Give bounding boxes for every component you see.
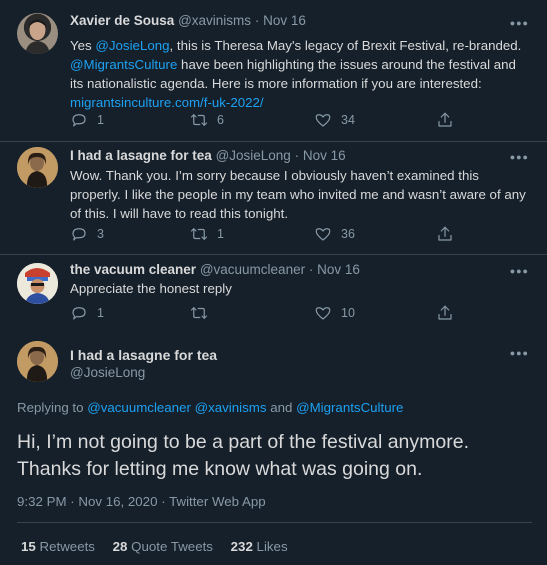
mention-link[interactable]: @xavinisms — [195, 400, 267, 415]
tweet-text-line: Thanks for letting me know what was goin… — [17, 458, 423, 480]
avatar[interactable] — [17, 341, 58, 382]
separator-dot: · — [161, 494, 166, 509]
more-icon[interactable]: ●●● — [510, 349, 529, 358]
tweet-text-line: Hi, I’m not going to be a part of the fe… — [17, 431, 469, 453]
quote-tweets-stat[interactable]: 28 Quote Tweets — [113, 539, 213, 554]
tweet-client[interactable]: Twitter Web App — [169, 494, 266, 509]
quote-tweets-label: Quote Tweets — [131, 539, 213, 554]
retweets-label: Retweets — [39, 539, 95, 554]
likes-label: Likes — [256, 539, 288, 554]
quote-tweets-count: 28 — [112, 539, 128, 554]
main-tweet: I had a lasagne for tea @JosieLong ●●● R… — [0, 0, 547, 565]
username[interactable]: @JosieLong — [70, 365, 145, 380]
tweet-text: Hi, I’m not going to be a part of the fe… — [17, 429, 532, 483]
tweet-meta: 9:32 PM · Nov 16, 2020 · Twitter Web App — [17, 494, 266, 509]
divider — [17, 522, 532, 523]
tweet-date[interactable]: Nov 16, 2020 — [78, 494, 157, 509]
tweet-time[interactable]: 9:32 PM — [17, 494, 67, 509]
display-name[interactable]: I had a lasagne for tea — [70, 347, 217, 363]
likes-stat[interactable]: 232 Likes — [231, 539, 288, 554]
mention-link[interactable]: @vacuumcleaner — [87, 400, 191, 415]
replying-to: Replying to @vacuumcleaner @xavinisms an… — [17, 400, 403, 415]
replying-label: Replying to — [17, 400, 84, 415]
separator-dot: · — [70, 494, 75, 509]
retweets-stat[interactable]: 15 Retweets — [21, 539, 95, 554]
retweets-count: 15 — [21, 539, 36, 554]
likes-count: 232 — [230, 539, 253, 554]
avatar-portrait — [17, 341, 58, 382]
mention-link[interactable]: @MigrantsCulture — [296, 400, 403, 415]
replying-and: and — [270, 400, 293, 415]
tweet-stats: 15 Retweets 28 Quote Tweets 232 Likes — [21, 539, 302, 554]
